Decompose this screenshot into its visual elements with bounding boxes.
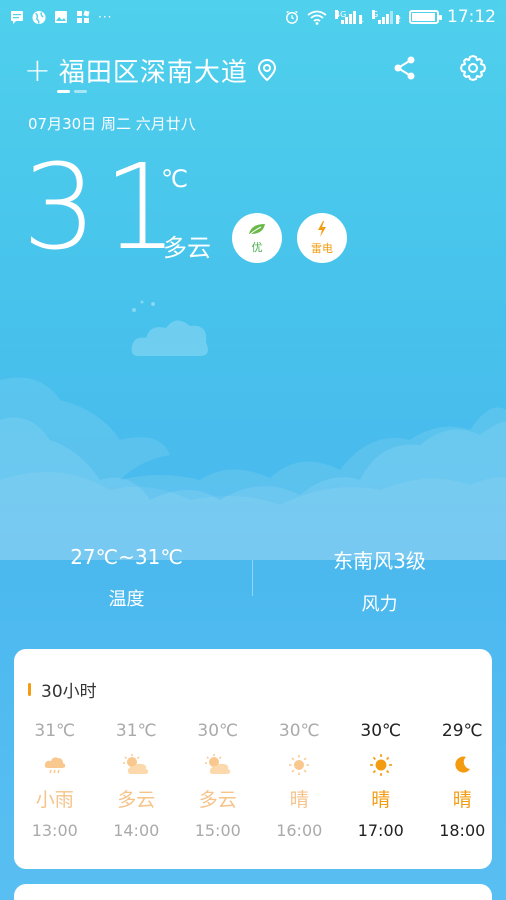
- wind-stat: 东南风3级 风力: [253, 545, 506, 625]
- hourly-forecast-card[interactable]: 30小时 31℃ 小雨 13:00 31℃ 多云 14:00 30℃ 多云 15…: [14, 649, 492, 869]
- sun-icon: [259, 745, 341, 785]
- more-notifications: ···: [98, 10, 113, 24]
- small-cloud-decoration: [128, 300, 218, 364]
- hour-temp: 30℃: [278, 721, 320, 741]
- aqi-badge[interactable]: 优: [232, 213, 282, 263]
- aqi-label: 优: [251, 240, 263, 254]
- battery-icon: [409, 10, 442, 24]
- hour-item: 31℃ 小雨 13:00: [14, 721, 96, 840]
- hour-temp: 30℃: [360, 721, 402, 741]
- hour-temp: 31℃: [34, 721, 76, 741]
- current-temperature: 31: [22, 138, 185, 276]
- title-accent-bar: [28, 683, 31, 696]
- leaf-icon: [247, 222, 267, 239]
- settings-gear-icon[interactable]: [458, 53, 488, 87]
- message-icon: [10, 10, 24, 24]
- hour-time: 16:00: [276, 821, 323, 840]
- clock: 17:12: [447, 7, 496, 27]
- moon-icon: [422, 745, 493, 785]
- signal-sim1-icon: 4G 1: [335, 10, 365, 24]
- status-bar: ··· 4G 1 G 2 17:12: [0, 0, 506, 34]
- rain-cloud-icon: [14, 745, 96, 785]
- location-pin-icon[interactable]: [256, 58, 278, 82]
- partly-cloudy-icon: [96, 745, 178, 785]
- card-title-text: 30小时: [41, 682, 97, 702]
- add-city-icon[interactable]: +: [24, 54, 51, 86]
- hour-item: 30℃ 晴 16:00: [259, 721, 341, 840]
- hour-temp: 31℃: [115, 721, 157, 741]
- cloud-background: [0, 377, 506, 560]
- lightning-icon: [316, 220, 328, 240]
- next-card-peek: [14, 884, 492, 900]
- hour-condition: 晴: [371, 789, 391, 811]
- alarm-icon: [285, 10, 299, 24]
- wind-label: 风力: [361, 594, 398, 615]
- globe-icon: [32, 10, 46, 24]
- hour-time: 18:00: [439, 821, 486, 840]
- hour-time: 14:00: [113, 821, 160, 840]
- hour-item: 31℃ 多云 14:00: [96, 721, 178, 840]
- hour-temp: 30℃: [197, 721, 239, 741]
- hour-item: 30℃ 多云 15:00: [177, 721, 259, 840]
- header: + 福田区深南大道: [24, 50, 488, 90]
- app-grid-icon: [76, 10, 90, 24]
- hour-time: 17:00: [357, 821, 404, 840]
- sun-icon: [340, 745, 422, 785]
- warning-label: 雷电: [311, 241, 333, 255]
- daily-stats: 27℃~31℃ 温度 东南风3级 风力: [0, 545, 506, 625]
- share-icon[interactable]: [392, 55, 418, 85]
- hour-condition: 晴: [452, 789, 472, 811]
- hour-temp: 29℃: [441, 721, 483, 741]
- hour-time: 13:00: [31, 821, 78, 840]
- hour-condition: 晴: [289, 789, 309, 811]
- temperature-range-label: 温度: [108, 589, 145, 610]
- wifi-icon: [307, 10, 327, 25]
- hourly-list: 31℃ 小雨 13:00 31℃ 多云 14:00 30℃ 多云 15:00 3…: [14, 721, 492, 840]
- page-dot: [74, 90, 87, 93]
- partly-cloudy-icon: [177, 745, 259, 785]
- temperature-unit: ℃: [161, 165, 188, 193]
- hour-condition: 多云: [117, 789, 156, 811]
- card-title: 30小时: [28, 677, 97, 702]
- image-icon: [54, 10, 68, 24]
- wind-value: 东南风3级: [333, 549, 426, 573]
- hour-item: 29℃ 晴 18:00: [422, 721, 493, 840]
- weather-warning-badge[interactable]: 雷电: [297, 213, 347, 263]
- temperature-range-stat: 27℃~31℃ 温度: [0, 545, 253, 625]
- hour-item: 30℃ 晴 17:00: [340, 721, 422, 840]
- city-name[interactable]: 福田区深南大道: [59, 52, 248, 89]
- stats-divider: [252, 560, 253, 596]
- current-condition: 多云: [163, 234, 211, 262]
- hour-time: 15:00: [194, 821, 241, 840]
- hour-condition: 小雨: [35, 789, 74, 811]
- temperature-range-value: 27℃~31℃: [70, 545, 183, 569]
- page-dot-active: [57, 90, 70, 93]
- hour-condition: 多云: [198, 789, 237, 811]
- signal-sim2-icon: G 2: [372, 10, 402, 24]
- page-indicator: [57, 90, 87, 93]
- date-line: 07月30日 周二 六月廿八: [28, 115, 196, 133]
